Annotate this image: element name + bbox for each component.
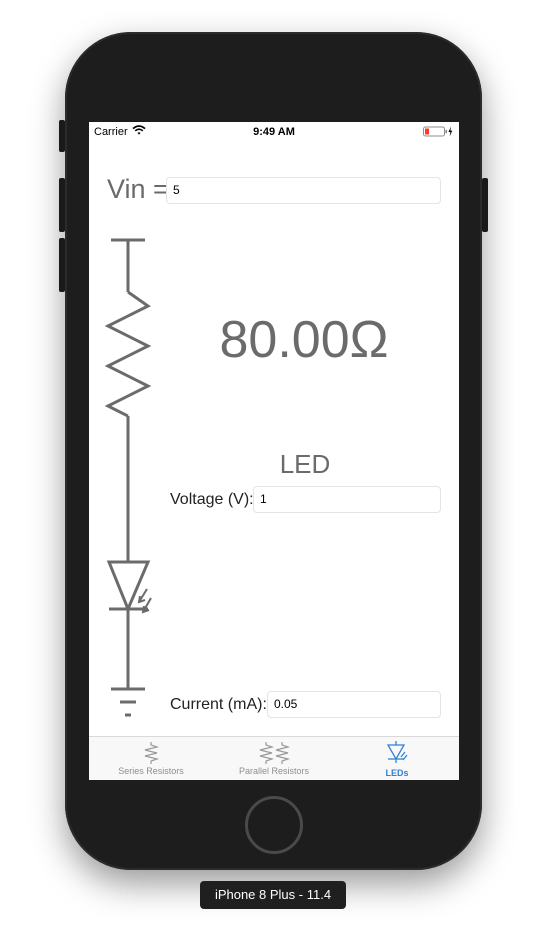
series-resistors-icon (89, 742, 213, 769)
circuit-diagram (103, 234, 163, 729)
vin-input[interactable]: 5 (166, 177, 441, 204)
volume-up-button (59, 178, 65, 232)
device-caption: iPhone 8 Plus - 11.4 (200, 881, 346, 909)
tab-leds[interactable]: LEDs (335, 737, 459, 780)
current-input[interactable]: 0.05 (267, 691, 441, 718)
tab-label: Series Resistors (118, 766, 184, 776)
power-button (482, 178, 488, 232)
voltage-label: Voltage (V): (170, 491, 254, 508)
tab-label: LEDs (385, 768, 409, 778)
mute-switch (59, 120, 65, 152)
status-bar: Carrier 9:49 AM (89, 122, 459, 142)
volume-down-button (59, 238, 65, 292)
tab-label: Parallel Resistors (238, 766, 310, 776)
parallel-resistors-icon (212, 742, 336, 769)
led-symbol-icon (106, 416, 152, 689)
vin-label: Vin = (107, 174, 169, 204)
supply-rail-icon (111, 238, 145, 292)
tab-bar: Series Resistors Parallel Resistors LEDs (89, 736, 459, 780)
home-button[interactable] (245, 796, 303, 854)
resistance-result: 80.00Ω (219, 311, 389, 369)
voltage-input[interactable]: 1 (253, 486, 441, 513)
led-section-title: LED (279, 449, 331, 479)
battery-icon (423, 126, 453, 140)
led-icon (335, 741, 459, 770)
current-label: Current (mA): (170, 696, 267, 713)
ground-icon (111, 687, 145, 717)
resistor-icon (104, 290, 152, 418)
tab-series-resistors[interactable]: Series Resistors (89, 737, 213, 780)
tab-parallel-resistors[interactable]: Parallel Resistors (212, 737, 336, 780)
app-screen: Carrier 9:49 AM Vin = 5 80.00Ω LED Volta… (89, 122, 459, 780)
status-time: 9:49 AM (253, 126, 295, 138)
